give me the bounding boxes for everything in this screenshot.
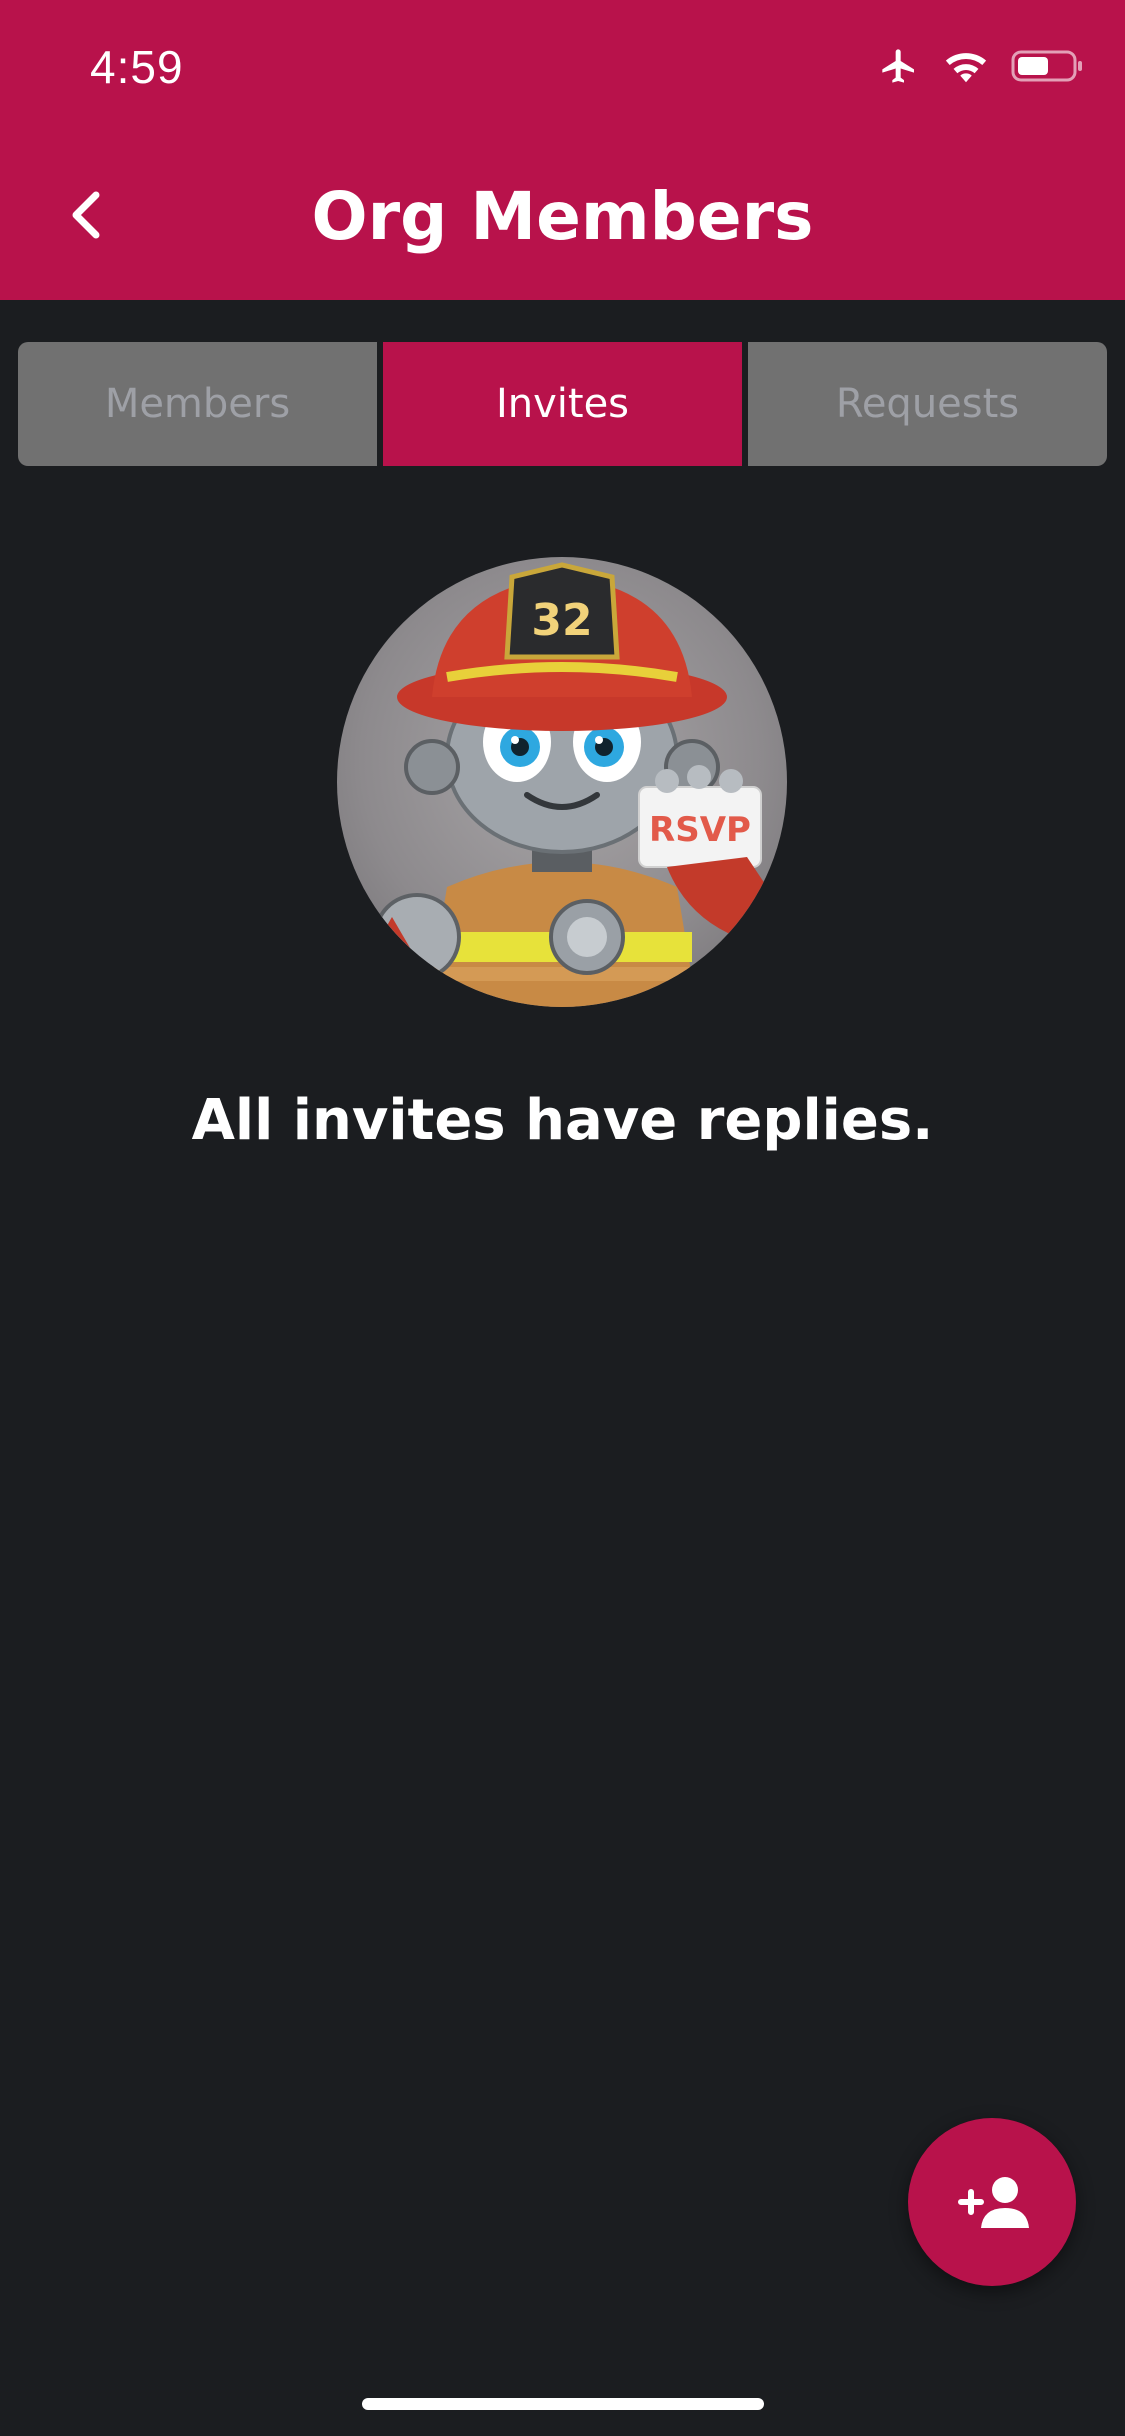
home-indicator[interactable] — [362, 2398, 764, 2410]
app-header: 4:59 Org Members — [0, 0, 1125, 300]
tab-members[interactable]: Members — [18, 342, 377, 466]
status-icons — [877, 46, 1085, 86]
segmented-tabs: Members Invites Requests — [18, 342, 1107, 466]
add-person-icon — [958, 2177, 1029, 2228]
helmet-badge-number: 32 — [531, 595, 592, 646]
battery-icon — [1011, 50, 1082, 82]
tab-requests[interactable]: Requests — [748, 342, 1107, 466]
firefighter-robot-icon: 32 RSVP — [373, 562, 767, 1007]
empty-state-illustration: 32 RSVP — [337, 557, 787, 1007]
empty-state-message: All invites have replies. — [191, 1088, 934, 1153]
status-time: 4:59 — [90, 41, 184, 93]
tab-invites[interactable]: Invites — [383, 342, 742, 466]
invite-member-button[interactable] — [908, 2118, 1076, 2286]
page-title: Org Members — [311, 178, 814, 255]
wifi-icon — [945, 53, 987, 83]
airplane-icon — [882, 49, 914, 83]
rsvp-card-text: RSVP — [649, 810, 751, 850]
